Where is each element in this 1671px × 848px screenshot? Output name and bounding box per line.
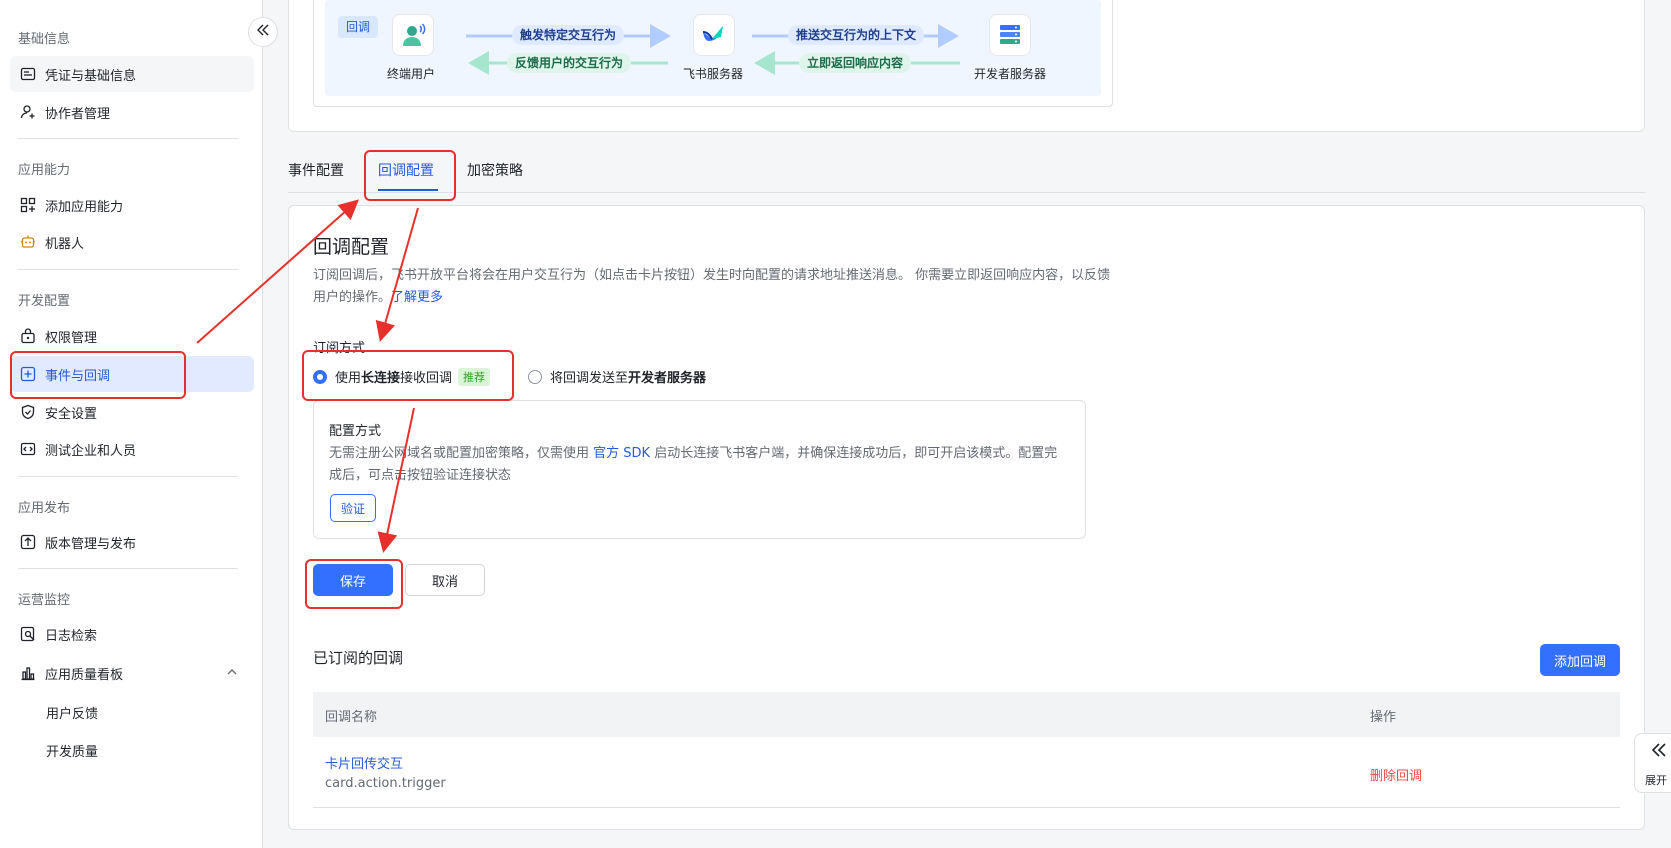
sidebar-item-permissions[interactable]: 权限管理 xyxy=(10,318,254,354)
sidebar-item-events-callbacks[interactable]: 事件与回调 xyxy=(10,356,254,392)
flow-chip-respond: 立即返回响应内容 xyxy=(799,53,912,73)
column-header-name: 回调名称 xyxy=(325,710,378,725)
radio-label-prefix: 使用 xyxy=(335,371,362,386)
log-search-icon xyxy=(20,626,36,642)
apps-icon xyxy=(20,197,36,213)
sidebar-item-label: 权限管理 xyxy=(45,330,98,346)
feishu-server-node-icon xyxy=(693,14,735,56)
double-chevron-left-icon xyxy=(1649,740,1669,765)
sidebar-item-label: 用户反馈 xyxy=(46,706,99,722)
cancel-button[interactable]: 取消 xyxy=(405,564,485,596)
radio-unchecked-icon[interactable] xyxy=(528,369,542,384)
config-tabs: 事件配置 回调配置 加密策略 xyxy=(288,150,1645,193)
divider xyxy=(18,138,238,139)
group-title-release: 应用发布 xyxy=(18,501,71,516)
sidebar-item-quality-board[interactable]: 应用质量看板 xyxy=(10,655,254,691)
sidebar-item-add-capability[interactable]: 添加应用能力 xyxy=(10,187,254,223)
sidebar-item-label: 应用质量看板 xyxy=(45,667,124,683)
table-header: 回调名称 操作 xyxy=(313,692,1620,737)
add-callback-button[interactable]: 添加回调 xyxy=(1540,644,1620,676)
config-desc-part1: 无需注册公网域名或配置加密策略，仅需使用 xyxy=(329,446,594,461)
sidebar-item-credentials[interactable]: 凭证与基础信息 xyxy=(10,56,254,92)
sidebar-item-label: 机器人 xyxy=(45,236,85,252)
sidebar-item-collaborators[interactable]: 协作者管理 xyxy=(10,94,254,130)
sidebar-item-security[interactable]: 安全设置 xyxy=(10,394,254,430)
end-user-node-icon xyxy=(392,14,434,56)
radio-developer-server[interactable]: 将回调发送至 开发者服务器 xyxy=(528,367,706,386)
chevron-up-icon[interactable] xyxy=(226,666,238,681)
credential-icon xyxy=(20,66,36,82)
learn-more-link[interactable]: 了解更多 xyxy=(391,290,443,305)
user-add-icon xyxy=(20,104,36,120)
section-description: 订阅回调后，飞书开放平台将会在用户交互行为（如点击卡片按钮）发生时向配置的请求地… xyxy=(313,265,1113,309)
sidebar-item-robot[interactable]: 机器人 xyxy=(10,224,254,260)
robot-icon xyxy=(20,234,36,250)
expand-label: 展开 xyxy=(1645,774,1667,787)
delete-callback-link[interactable]: 删除回调 xyxy=(1370,765,1422,784)
feishu-server-label: 飞书服务器 xyxy=(683,67,744,81)
section-title: 回调配置 xyxy=(313,236,390,258)
sidebar-item-label: 开发质量 xyxy=(46,744,99,760)
developer-server-node-icon xyxy=(989,14,1031,56)
callback-name-link[interactable]: 卡片回传交互 xyxy=(325,753,403,772)
group-title-monitoring: 运营监控 xyxy=(18,593,71,608)
tab-callback-config[interactable]: 回调配置 xyxy=(378,160,434,180)
flow-chip-feedback: 反馈用户的交互行为 xyxy=(507,53,632,73)
flow-tag: 回调 xyxy=(338,16,379,38)
subscription-mode-label: 订阅方式 xyxy=(313,341,366,356)
event-icon xyxy=(20,366,36,382)
recommended-badge: 推荐 xyxy=(458,367,491,386)
sidebar-item-label: 日志检索 xyxy=(45,628,98,644)
double-chevron-left-icon xyxy=(255,22,271,42)
upload-icon xyxy=(20,534,36,550)
official-sdk-link[interactable]: 官方 SDK xyxy=(593,446,650,461)
config-mode-title: 配置方式 xyxy=(329,424,382,439)
tab-encryption[interactable]: 加密策略 xyxy=(467,160,523,180)
sidebar-item-user-feedback[interactable]: 用户反馈 xyxy=(10,694,254,730)
sidebar: 基础信息 凭证与基础信息 协作者管理 应用能力 添加应用能力 机器人 开发配置 … xyxy=(0,0,263,848)
divider xyxy=(18,476,238,477)
group-title-dev-config: 开发配置 xyxy=(18,294,71,309)
sidebar-item-dev-quality[interactable]: 开发质量 xyxy=(10,732,254,768)
sidebar-item-test-tenants[interactable]: 测试企业和人员 xyxy=(10,431,254,467)
radio-label-prefix: 将回调发送至 xyxy=(550,371,629,386)
group-title-capabilities: 应用能力 xyxy=(18,163,71,178)
expand-panel-button[interactable]: 展开 xyxy=(1634,733,1671,793)
radio-checked-icon[interactable] xyxy=(313,369,327,384)
save-button[interactable]: 保存 xyxy=(313,564,393,596)
shield-icon xyxy=(20,404,36,420)
sidebar-item-label: 安全设置 xyxy=(45,406,98,422)
end-user-label: 终端用户 xyxy=(387,67,436,81)
divider xyxy=(18,568,238,569)
tab-underline xyxy=(378,189,438,191)
verify-button[interactable]: 验证 xyxy=(330,494,376,522)
callback-event-id: card.action.trigger xyxy=(325,776,446,791)
bar-chart-icon xyxy=(20,665,36,681)
tab-event-config[interactable]: 事件配置 xyxy=(288,160,344,180)
sidebar-item-label: 测试企业和人员 xyxy=(45,443,137,459)
column-header-action: 操作 xyxy=(1370,710,1397,725)
sidebar-item-label: 凭证与基础信息 xyxy=(45,68,137,84)
radio-label-suffix: 接收回调 xyxy=(400,371,453,386)
sidebar-item-label: 协作者管理 xyxy=(45,106,111,122)
developer-server-label: 开发者服务器 xyxy=(974,67,1047,81)
sidebar-item-label: 添加应用能力 xyxy=(45,199,124,215)
lock-icon xyxy=(20,328,36,344)
radio-label-bold: 长连接 xyxy=(361,371,401,386)
sidebar-item-label: 版本管理与发布 xyxy=(45,536,137,552)
sidebar-item-label: 事件与回调 xyxy=(45,368,111,384)
flow-chip-push: 推送交互行为的上下文 xyxy=(788,25,925,45)
subscribed-callbacks-title: 已订阅的回调 xyxy=(313,649,404,667)
radio-long-connection[interactable]: 使用 长连接 接收回调 推荐 xyxy=(313,367,491,386)
sidebar-item-versions[interactable]: 版本管理与发布 xyxy=(10,524,254,560)
flow-chip-trigger: 触发特定交互行为 xyxy=(512,25,625,45)
divider xyxy=(18,269,238,270)
radio-label-bold: 开发者服务器 xyxy=(628,371,707,386)
collapse-sidebar-button[interactable] xyxy=(248,17,278,47)
code-icon xyxy=(20,441,36,457)
sidebar-item-log-search[interactable]: 日志检索 xyxy=(10,616,254,652)
table-row: 卡片回传交互 card.action.trigger 删除回调 xyxy=(313,737,1620,808)
group-title-basic: 基础信息 xyxy=(18,32,71,47)
config-mode-description: 无需注册公网域名或配置加密策略，仅需使用 官方 SDK 启动长连接飞书客户端，并… xyxy=(329,443,1069,487)
